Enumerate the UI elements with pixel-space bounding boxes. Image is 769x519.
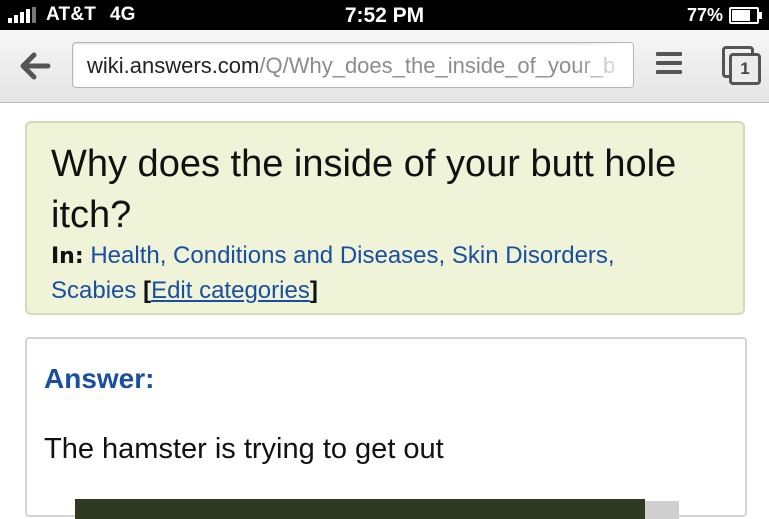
status-bar: AT&T 4G 7:52 PM 77% [0, 0, 769, 30]
menu-button[interactable] [656, 52, 682, 78]
answer-heading: Answer: [44, 363, 155, 394]
battery-icon [729, 7, 762, 24]
question-title: Why does the inside of your butt hole it… [51, 143, 677, 236]
answer-image-border [645, 501, 679, 519]
bracket-open: [ [143, 277, 152, 304]
tab-count: 1 [729, 53, 761, 85]
answer-box: Answer: The hamster is trying to get out [25, 337, 747, 519]
bracket-close: ] [309, 277, 318, 304]
menu-icon [656, 52, 682, 74]
question-box: Why does the inside of your butt hole it… [25, 121, 745, 315]
back-arrow-icon [20, 52, 51, 80]
url-text: wiki.answers.com/Q/Why_does_the_inside_o… [87, 53, 615, 79]
url-path: /Q/Why_does_the_inside_of_your_b [259, 53, 616, 78]
tabs-button[interactable]: 1 [720, 44, 761, 85]
category-links[interactable]: Health, Conditions and Diseases, Skin Di… [51, 242, 615, 304]
url-fade [573, 43, 633, 87]
clock: 7:52 PM [344, 4, 425, 27]
browser-toolbar: wiki.answers.com/Q/Why_does_the_inside_o… [0, 30, 769, 103]
back-button[interactable] [14, 46, 54, 86]
categories-label: In: [51, 244, 84, 269]
edit-categories-link[interactable]: Edit categories [151, 277, 310, 304]
battery-status: 77% [686, 5, 762, 26]
address-bar[interactable]: wiki.answers.com/Q/Why_does_the_inside_o… [72, 42, 634, 88]
url-host: wiki.answers.com [87, 53, 260, 78]
categories: In: Health, Conditions and Diseases, Ski… [51, 239, 691, 308]
answer-text: The hamster is trying to get out [44, 433, 444, 465]
battery-percent: 77% [686, 5, 723, 25]
answer-image [75, 499, 645, 519]
